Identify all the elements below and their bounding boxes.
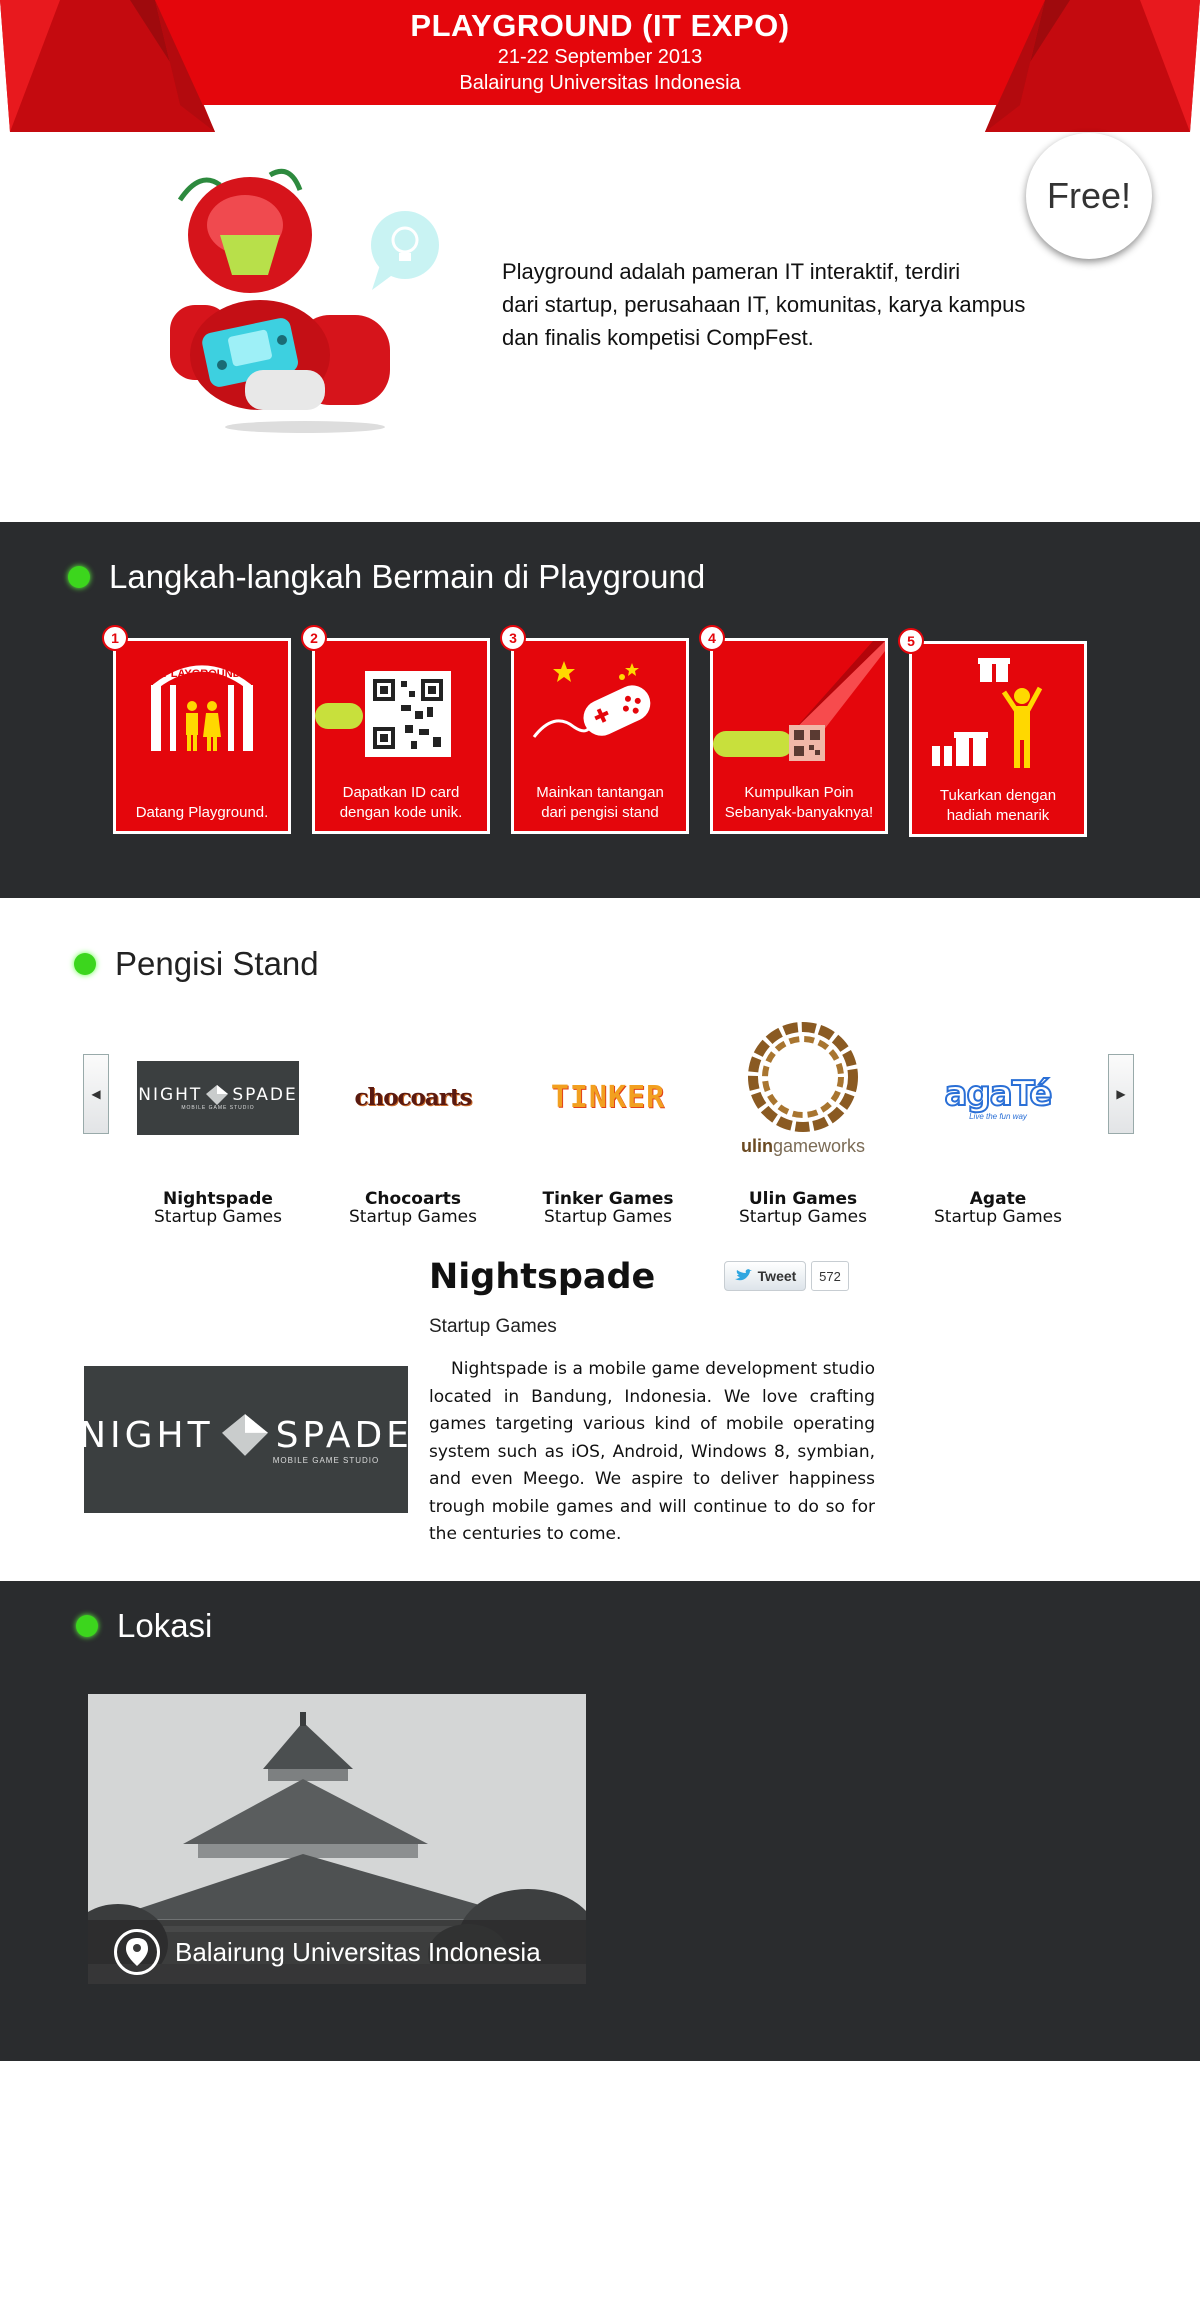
step-caption: Datang Playground.: [116, 803, 288, 823]
logo-word: NIGHT: [138, 1084, 203, 1105]
agate-tagline: Live the fun way: [969, 1112, 1027, 1121]
step-card: 3 Mainkan tantangan dari pengisi stand: [500, 625, 689, 834]
step-card: 1 PLAYGROUND Datang Playground.: [102, 625, 291, 834]
location-heading: Lokasi: [76, 1607, 212, 1645]
chocoarts-logo: chocoarts: [354, 1084, 472, 1111]
intro-line: dari startup, perusahaan IT, komunitas, …: [502, 292, 1026, 317]
step-caption-line: dengan kode unik.: [339, 804, 463, 821]
robot-mascot-illustration: [170, 168, 439, 433]
intro-description: Playground adalah pameran IT interaktif,…: [502, 255, 1072, 354]
gate-sign-text: PLAYGROUND: [163, 668, 240, 680]
step-caption-line: Datang Playground.: [135, 804, 269, 821]
venue-photo[interactable]: Balairung Universitas Indonesia: [88, 1694, 586, 1984]
detail-logo: NIGHT SPADE MOBILE GAME STUDIO: [79, 1366, 409, 1513]
map-pin-icon: [114, 1929, 160, 1975]
logo-word: gameworks: [772, 1136, 866, 1156]
header-banner: PLAYGROUND (IT EXPO) 21-22 September 201…: [0, 0, 1200, 140]
intro-line: dan finalis kompetisi CompFest.: [502, 325, 814, 350]
stand-heading: Pengisi Stand: [74, 945, 319, 983]
scan-points-icon: [713, 641, 885, 761]
detail-title: Nightspade: [429, 1257, 656, 1297]
sponsor-category: Startup Games: [349, 1207, 477, 1227]
sponsor-item[interactable]: TINKER Tinker Games Startup Games: [523, 1020, 693, 1230]
game-controller-icon: [532, 661, 651, 738]
venue-name: Balairung Universitas Indonesia: [175, 1936, 541, 1967]
step-card: 2 Dapatkan ID card dengan kode unik.: [301, 625, 490, 834]
sponsor-item[interactable]: ulingameworks Ulin Games Startup Games: [718, 1020, 888, 1230]
bullet-dot-icon: [76, 1615, 98, 1637]
step-caption-line: Mainkan tantangan: [536, 784, 664, 801]
sponsor-item[interactable]: chocoarts Chocoarts Startup Games: [328, 1020, 498, 1230]
sponsor-category: Startup Games: [544, 1207, 672, 1227]
ulin-logo-text: ulingameworks: [741, 1136, 865, 1157]
sponsor-category: Startup Games: [934, 1207, 1062, 1227]
bullet-dot-icon: [74, 953, 96, 975]
stand-heading-text: Pengisi Stand: [115, 945, 319, 982]
agate-logo: agaTé: [944, 1073, 1054, 1115]
detail-category: Startup Games: [429, 1316, 557, 1337]
step-caption-line: hadiah menarik: [946, 807, 1050, 824]
venue-label: Balairung Universitas Indonesia: [88, 1920, 586, 1984]
spade-icon: [221, 1414, 268, 1456]
sponsor-logo[interactable]: chocoarts: [328, 1020, 498, 1175]
step-caption-line: Kumpulkan Poin: [744, 784, 854, 801]
intro-line: Playground adalah pameran IT interaktif,…: [502, 259, 961, 284]
step-caption: Tukarkan dengan hadiah menarik: [912, 786, 1084, 826]
spade-icon: [206, 1084, 229, 1105]
step-caption-line: dari pengisi stand: [541, 804, 659, 821]
steps-heading-text: Langkah-langkah Bermain di Playground: [109, 558, 706, 595]
sponsor-logo[interactable]: TINKER: [523, 1020, 693, 1175]
free-badge: Free!: [1026, 133, 1152, 259]
gate-people-icon: PLAYGROUND: [151, 665, 253, 751]
step-caption-line: Tukarkan dengan: [939, 787, 1057, 804]
step-caption: Mainkan tantangan dari pengisi stand: [514, 783, 686, 823]
sponsor-item[interactable]: agaTé Live the fun way Agate Startup Gam…: [913, 1020, 1083, 1230]
sponsor-item[interactable]: NIGHT SPADE MOBILE GAME STUDIO Nightspad…: [133, 1020, 303, 1230]
sponsor-category: Startup Games: [154, 1207, 282, 1227]
sponsor-logo[interactable]: ulingameworks: [718, 1020, 888, 1175]
event-title: PLAYGROUND (IT EXPO): [410, 8, 790, 43]
location-heading-text: Lokasi: [117, 1607, 213, 1644]
logo-word: SPADE: [275, 1414, 413, 1456]
sponsor-logo[interactable]: NIGHT SPADE MOBILE GAME STUDIO: [133, 1020, 303, 1175]
tweet-count: 572: [811, 1261, 849, 1291]
sponsor-category: Startup Games: [739, 1207, 867, 1227]
qr-idcard-icon: [315, 671, 451, 757]
logo-word: NIGHT: [79, 1414, 214, 1456]
tweet-button[interactable]: Tweet: [724, 1261, 806, 1291]
step-caption-line: Dapatkan ID card: [342, 784, 460, 801]
tweet-label: Tweet: [757, 1268, 797, 1284]
event-venue: Balairung Universitas Indonesia: [459, 72, 741, 94]
detail-description: Nightspade is a mobile game development …: [429, 1359, 875, 1544]
carousel-prev-button[interactable]: ◀: [83, 1054, 109, 1134]
step-card: 5 Tukarkan dengan hadiah menarik: [898, 628, 1087, 837]
ulin-ring-icon: [748, 1022, 858, 1132]
carousel-next-button[interactable]: ▶: [1108, 1054, 1134, 1134]
step-card: 4 Kumpulkan Poin Sebanyak-banyaknya!: [699, 625, 888, 834]
logo-word: SPADE: [232, 1084, 298, 1105]
bullet-dot-icon: [68, 566, 90, 588]
location-section: Lokasi Balairung Universitas Indonesia: [0, 1581, 1200, 2061]
step-caption-line: Sebanyak-banyaknya!: [724, 804, 874, 821]
event-date: 21-22 September 2013: [497, 46, 703, 68]
twitter-bird-icon: [734, 1269, 752, 1281]
steps-list: 1 PLAYGROUND Datang Playground. 2 Dapatk…: [102, 625, 1093, 846]
logo-word: ulin: [740, 1136, 773, 1156]
steps-heading: Langkah-langkah Bermain di Playground: [68, 558, 705, 596]
tinker-logo: TINKER: [550, 1080, 666, 1115]
sponsor-logo[interactable]: agaTé Live the fun way: [913, 1020, 1083, 1175]
gift-prize-icon: [932, 658, 1043, 768]
logo-subtitle: MOBILE GAME STUDIO: [181, 1104, 255, 1111]
logo-subtitle: MOBILE GAME STUDIO: [272, 1456, 380, 1465]
nightspade-logo: NIGHT SPADE MOBILE GAME STUDIO: [137, 1060, 299, 1135]
step-caption: Dapatkan ID card dengan kode unik.: [315, 783, 487, 823]
steps-section: Langkah-langkah Bermain di Playground 1 …: [0, 522, 1200, 898]
step-caption: Kumpulkan Poin Sebanyak-banyaknya!: [713, 783, 885, 823]
